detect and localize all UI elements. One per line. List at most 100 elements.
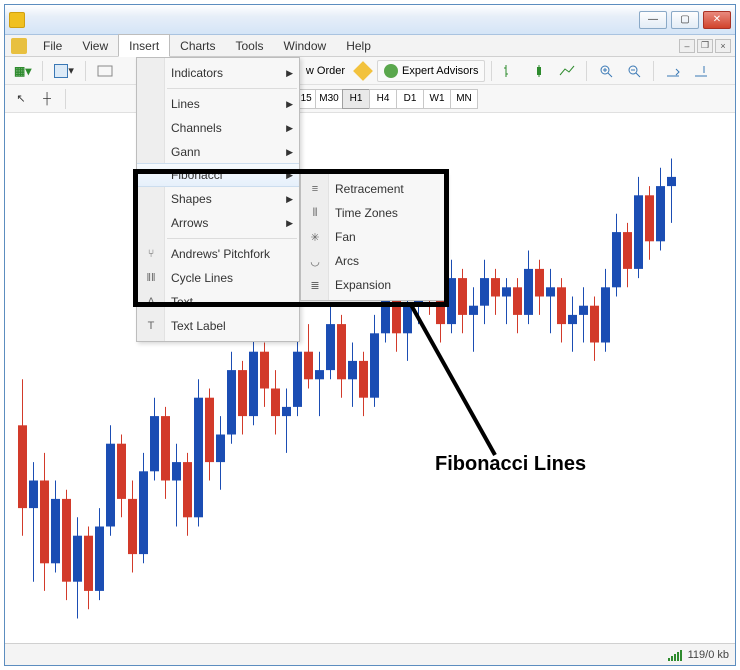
- annotation-label: Fibonacci Lines: [435, 453, 586, 476]
- ea-label: Expert Advisors: [402, 65, 478, 77]
- insert-item-text-label[interactable]: TText Label: [137, 314, 299, 338]
- minimize-button[interactable]: —: [639, 11, 667, 29]
- insert-item-arrows[interactable]: Arrows ▶: [137, 211, 299, 235]
- separator: [653, 61, 654, 81]
- timeframe-d1[interactable]: D1: [396, 89, 424, 109]
- line-chart-button[interactable]: [554, 60, 580, 82]
- menu-icon: ✳: [307, 229, 323, 245]
- menu-icon: ⑂: [143, 246, 159, 262]
- menu-item-label: Time Zones: [335, 206, 398, 220]
- menu-item-label: Channels: [171, 121, 222, 135]
- menu-tools[interactable]: Tools: [226, 35, 274, 56]
- menu-icon: [143, 215, 159, 231]
- app-icon: [9, 12, 25, 28]
- chart-shift-button[interactable]: [688, 60, 714, 82]
- crosshair-button[interactable]: ┼: [35, 88, 59, 110]
- insert-item-gann[interactable]: Gann ▶: [137, 140, 299, 164]
- menubar: File View Insert Charts Tools Window Hel…: [5, 35, 735, 57]
- menu-icon: A: [143, 294, 159, 310]
- timeframe-mn[interactable]: MN: [450, 89, 478, 109]
- menu-item-label: Retracement: [335, 182, 404, 196]
- submenu-arrow-icon: ▶: [286, 123, 293, 134]
- menu-item-label: Expansion: [335, 278, 391, 292]
- insert-item-channels[interactable]: Channels ▶: [137, 116, 299, 140]
- mdi-minimize-button[interactable]: –: [679, 39, 695, 53]
- submenu-arrow-icon: ▶: [286, 99, 293, 110]
- submenu-arrow-icon: ▶: [286, 218, 293, 229]
- insert-item-indicators[interactable]: Indicators ▶: [137, 61, 299, 85]
- fibonacci-item-fan[interactable]: ✳ Fan: [301, 225, 445, 249]
- insert-item-fibonacci[interactable]: Fibonacci ▶: [137, 163, 299, 187]
- maximize-button[interactable]: ▢: [671, 11, 699, 29]
- menu-icon: ≡: [307, 181, 323, 197]
- cursor-button[interactable]: ↖: [9, 88, 33, 110]
- new-order-label[interactable]: w Order: [302, 65, 349, 77]
- menu-window[interactable]: Window: [274, 35, 337, 56]
- toolbar-main: ▦▾ ▾ w Order Expert Advisors: [5, 57, 735, 85]
- menu-icon: ◡: [307, 253, 323, 269]
- auto-scroll-button[interactable]: [660, 60, 686, 82]
- submenu-arrow-icon: ▶: [286, 194, 293, 205]
- new-chart-button[interactable]: ▦▾: [9, 60, 36, 82]
- menu-icon: ‖‖: [143, 270, 159, 286]
- menu-item-label: Cycle Lines: [171, 271, 233, 285]
- menu-item-label: Arrows: [171, 216, 208, 230]
- menu-item-label: Arcs: [335, 254, 359, 268]
- submenu-arrow-icon: ▶: [286, 68, 293, 79]
- alert-icon[interactable]: [351, 60, 375, 82]
- menu-charts[interactable]: Charts: [170, 35, 225, 56]
- insert-item-andrews-pitchfork[interactable]: ⑂Andrews' Pitchfork: [137, 242, 299, 266]
- menu-item-label: Fan: [335, 230, 356, 244]
- app-small-icon: [11, 38, 27, 54]
- toolbar-objects: ↖ ┼ M1M5M15M30H1H4D1W1MN: [5, 85, 735, 113]
- app-window: — ▢ ✕ File View Insert Charts Tools Wind…: [4, 4, 736, 666]
- menu-help[interactable]: Help: [336, 35, 381, 56]
- menu-item-label: Fibonacci: [171, 168, 222, 182]
- expert-advisors-button[interactable]: Expert Advisors: [377, 60, 485, 82]
- menu-item-label: Gann: [171, 145, 200, 159]
- insert-item-cycle-lines[interactable]: ‖‖ Cycle Lines: [137, 266, 299, 290]
- menu-insert[interactable]: Insert: [118, 34, 170, 57]
- menu-icon: [143, 96, 159, 112]
- mdi-restore-button[interactable]: ❐: [697, 39, 713, 53]
- menu-icon: [143, 65, 159, 81]
- close-button[interactable]: ✕: [703, 11, 731, 29]
- zoom-out-button[interactable]: [621, 60, 647, 82]
- menu-item-label: Indicators: [171, 66, 223, 80]
- menu-icon: [143, 144, 159, 160]
- fibonacci-submenu: ≡ Retracement ⦀ Time Zones ✳ Fan ◡ Arcs ≣ Expansi…: [300, 173, 446, 301]
- insert-item-lines[interactable]: Lines▶: [137, 92, 299, 116]
- separator: [491, 61, 492, 81]
- timeframe-h4[interactable]: H4: [369, 89, 397, 109]
- menu-icon: [143, 167, 159, 183]
- separator: [65, 89, 66, 109]
- menu-view[interactable]: View: [72, 35, 118, 56]
- timeframe-m30[interactable]: M30: [315, 89, 343, 109]
- menu-icon: T: [143, 318, 159, 334]
- fibonacci-item-retracement[interactable]: ≡ Retracement: [301, 177, 445, 201]
- titlebar: — ▢ ✕: [5, 5, 735, 35]
- status-text: 119/0 kb: [688, 649, 729, 661]
- separator: [586, 61, 587, 81]
- candle-chart-button[interactable]: [526, 60, 552, 82]
- submenu-arrow-icon: ▶: [286, 147, 293, 158]
- timeframe-h1[interactable]: H1: [342, 89, 370, 109]
- menu-icon: [143, 120, 159, 136]
- insert-dropdown: Indicators▶Lines▶Channels▶Gann▶Fibonacci…: [136, 57, 300, 342]
- fibonacci-item-expansion[interactable]: ≣ Expansion: [301, 273, 445, 297]
- timeframe-w1[interactable]: W1: [423, 89, 451, 109]
- fibonacci-item-time-zones[interactable]: ⦀ Time Zones: [301, 201, 445, 225]
- menu-item-label: Shapes: [171, 192, 212, 206]
- market-watch-button[interactable]: [92, 60, 118, 82]
- menu-file[interactable]: File: [33, 35, 72, 56]
- zoom-in-button[interactable]: [593, 60, 619, 82]
- mdi-close-button[interactable]: ×: [715, 39, 731, 53]
- bar-chart-button[interactable]: [498, 60, 524, 82]
- submenu-arrow-icon: ▶: [286, 170, 293, 181]
- insert-item-shapes[interactable]: Shapes ▶: [137, 187, 299, 211]
- menu-icon: ⦀: [307, 205, 323, 221]
- insert-item-text[interactable]: AText: [137, 290, 299, 314]
- menu-icon: ≣: [307, 277, 323, 293]
- profiles-button[interactable]: ▾: [49, 60, 79, 82]
- fibonacci-item-arcs[interactable]: ◡ Arcs: [301, 249, 445, 273]
